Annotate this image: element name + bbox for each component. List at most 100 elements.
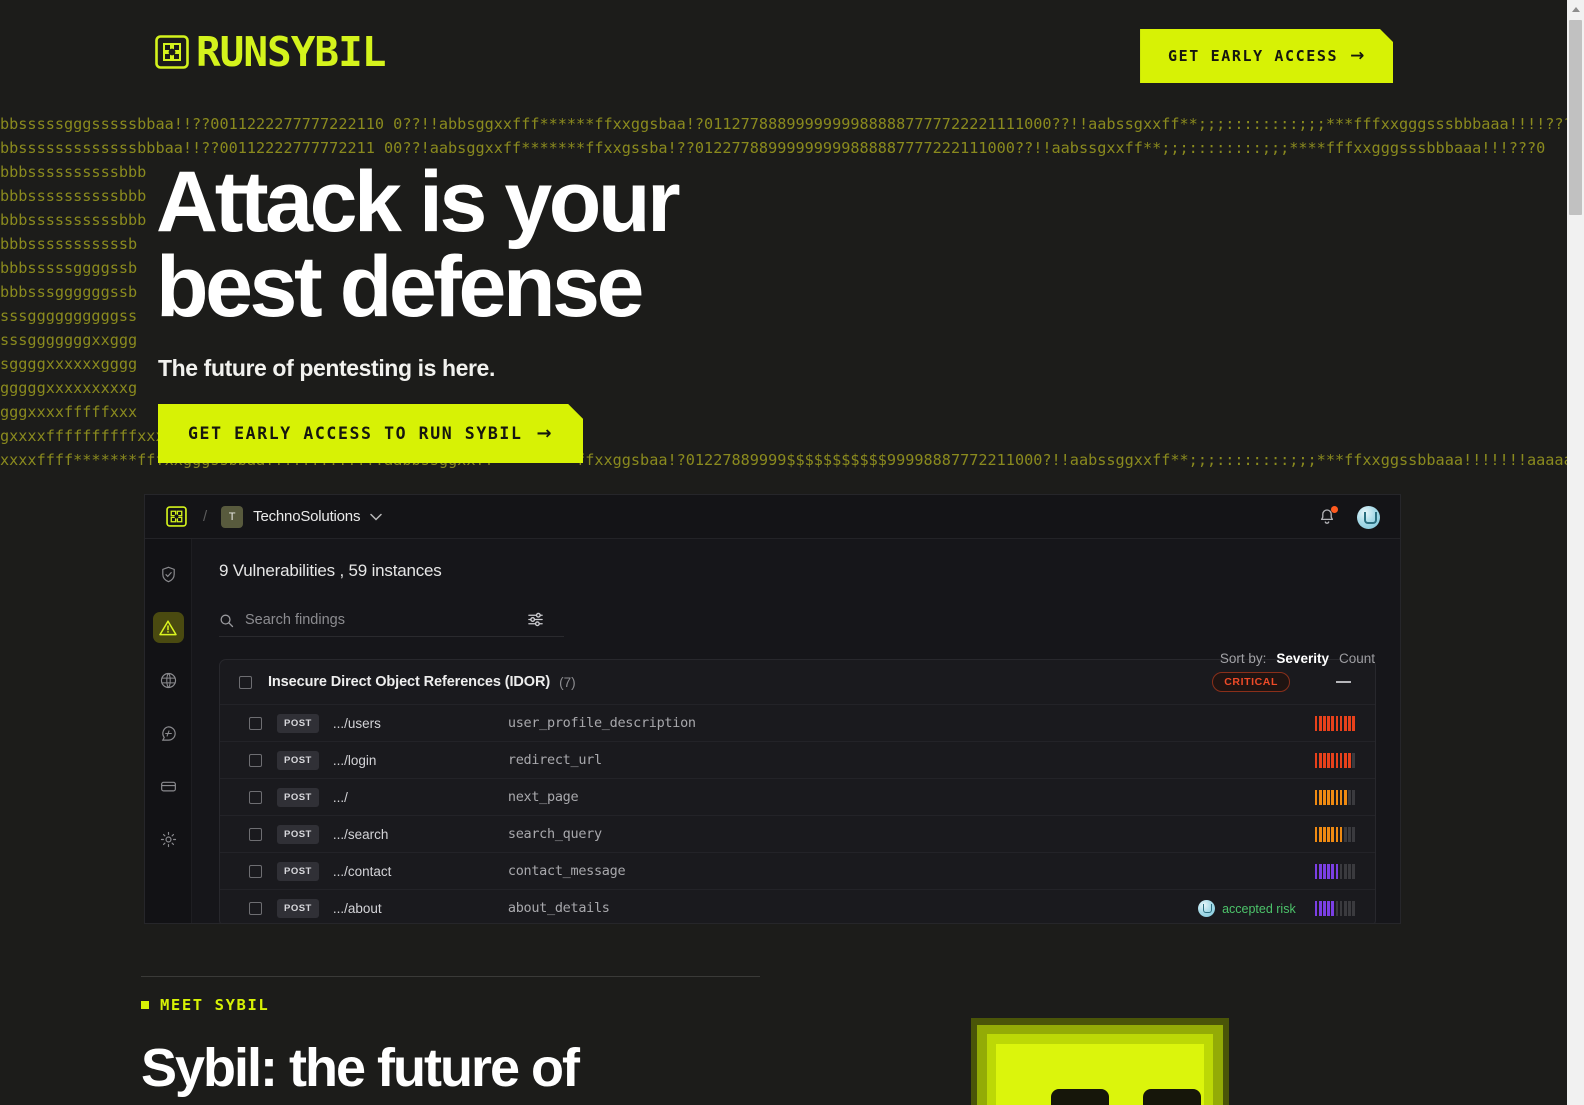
row-right-cluster	[1314, 779, 1355, 816]
table-row[interactable]: POST .../login redirect_url	[220, 741, 1375, 778]
row-select-checkbox[interactable]	[249, 790, 262, 804]
app-logo-mark-icon[interactable]	[166, 506, 187, 527]
filter-sliders-icon[interactable]	[527, 611, 544, 628]
severity-tick	[1352, 864, 1355, 879]
brand-wordmark: RUNSYBIL	[196, 27, 386, 76]
arrow-right-icon: →	[536, 423, 554, 444]
row-select-checkbox[interactable]	[249, 827, 262, 841]
severity-tick	[1348, 901, 1351, 916]
endpoint-path: .../search	[332, 826, 389, 842]
table-row[interactable]: POST .../users user_profile_description	[220, 704, 1375, 741]
http-method-badge: POST	[277, 787, 319, 807]
severity-tick	[1352, 901, 1355, 916]
header-get-early-access-button[interactable]: GET EARLY ACCESS →	[1140, 29, 1393, 83]
table-row[interactable]: POST .../search search_query	[220, 815, 1375, 852]
hero-subheading: The future of pentesting is here.	[158, 355, 495, 381]
row-select-checkbox[interactable]	[249, 864, 262, 878]
severity-tick	[1318, 827, 1322, 842]
hero-heading-line-1: Attack is your	[156, 154, 681, 250]
chevron-down-icon[interactable]	[370, 513, 382, 521]
search-findings-row	[219, 604, 564, 637]
app-topbar-actions	[1317, 495, 1380, 539]
severity-tick	[1318, 864, 1322, 879]
severity-tick	[1348, 753, 1351, 768]
brand-logo[interactable]: RUNSYBIL	[155, 27, 386, 76]
severity-tick	[1344, 716, 1347, 731]
severity-tick	[1327, 716, 1330, 731]
chat-bubble-icon	[161, 726, 176, 741]
app-topbar: / T TechnoSolutions	[145, 495, 1400, 539]
table-row[interactable]: POST .../contact contact_message	[220, 852, 1375, 889]
severity-tick	[1314, 716, 1318, 731]
severity-tick	[1339, 790, 1343, 805]
org-name[interactable]: TechnoSolutions	[253, 508, 360, 525]
notification-dot	[1331, 506, 1338, 513]
hero-cta-label: GET EARLY ACCESS TO RUN SYBIL	[188, 424, 523, 443]
hero-get-early-access-button[interactable]: GET EARLY ACCESS TO RUN SYBIL →	[158, 404, 583, 463]
scrollbar-up-arrow[interactable]	[1567, 0, 1584, 17]
row-right-cluster: accepted risk	[1198, 890, 1355, 923]
severity-tick	[1344, 864, 1347, 879]
table-row[interactable]: POST .../ next_page	[220, 778, 1375, 815]
sidebar-item-settings[interactable]	[153, 824, 184, 855]
app-sidebar	[145, 539, 192, 923]
search-findings-input[interactable]	[245, 612, 475, 628]
table-row[interactable]: POST .../about about_details accepted risk	[220, 889, 1375, 923]
severity-tick	[1314, 790, 1318, 805]
http-method-badge: POST	[277, 713, 319, 733]
severity-tick	[1327, 864, 1330, 879]
section-heading: Sybil: the future of	[141, 1038, 580, 1098]
severity-tick	[1318, 753, 1322, 768]
sidebar-item-reports[interactable]	[153, 771, 184, 802]
severity-tick	[1348, 716, 1351, 731]
finding-group-header: Insecure Direct Object References (IDOR)…	[220, 660, 1375, 704]
severity-tick	[1327, 753, 1330, 768]
severity-meter	[1314, 753, 1355, 768]
row-select-checkbox[interactable]	[249, 753, 262, 767]
app-preview-panel: / T TechnoSolutions 9 Vulnerabilities , …	[145, 495, 1400, 923]
sidebar-item-findings[interactable]	[152, 612, 184, 643]
severity-tick	[1318, 790, 1322, 805]
endpoint-path: .../contact	[332, 863, 392, 879]
org-avatar: T	[221, 505, 244, 528]
parameter-name: contact_message	[507, 863, 626, 879]
parameter-name: search_query	[507, 826, 602, 842]
parameter-name: about_details	[507, 900, 610, 916]
severity-tick	[1335, 790, 1339, 805]
severity-tick	[1327, 901, 1330, 916]
severity-tick	[1331, 753, 1335, 768]
yellow-frame-layer-2	[977, 1025, 1223, 1105]
minus-icon[interactable]	[1336, 681, 1351, 683]
severity-tick	[1335, 864, 1339, 879]
severity-tick	[1335, 753, 1339, 768]
sidebar-item-scans[interactable]	[153, 559, 184, 590]
severity-tick	[1339, 827, 1343, 842]
http-method-badge: POST	[277, 861, 319, 881]
severity-tick	[1352, 790, 1355, 805]
sidebar-item-chat[interactable]	[153, 718, 184, 749]
severity-tick	[1339, 901, 1343, 916]
user-avatar[interactable]	[1357, 505, 1380, 529]
parameter-name: user_profile_description	[507, 715, 696, 731]
severity-tick	[1339, 753, 1343, 768]
gear-icon	[160, 831, 176, 848]
row-select-checkbox[interactable]	[249, 901, 262, 915]
group-select-checkbox[interactable]	[239, 675, 252, 689]
section-eyebrow: MEET SYBIL	[141, 996, 269, 1014]
severity-tick	[1314, 864, 1318, 879]
scrollbar-thumb[interactable]	[1569, 20, 1582, 215]
notifications-button[interactable]	[1317, 506, 1338, 527]
row-select-checkbox[interactable]	[249, 716, 262, 730]
sidebar-item-targets[interactable]	[153, 665, 184, 696]
figure-left-shape	[1051, 1089, 1109, 1105]
parameter-name: redirect_url	[507, 752, 602, 768]
severity-tick	[1344, 790, 1347, 805]
shield-scan-icon	[161, 566, 175, 583]
page-scrollbar[interactable]	[1567, 0, 1584, 1105]
yellow-frame-layer-3	[987, 1034, 1213, 1105]
severity-tick	[1352, 753, 1355, 768]
app-body: 9 Vulnerabilities , 59 instances Search …	[145, 539, 1400, 923]
findings-rows: POST .../users user_profile_description POS…	[220, 704, 1375, 923]
severity-tick	[1335, 716, 1339, 731]
severity-tick	[1323, 827, 1326, 842]
